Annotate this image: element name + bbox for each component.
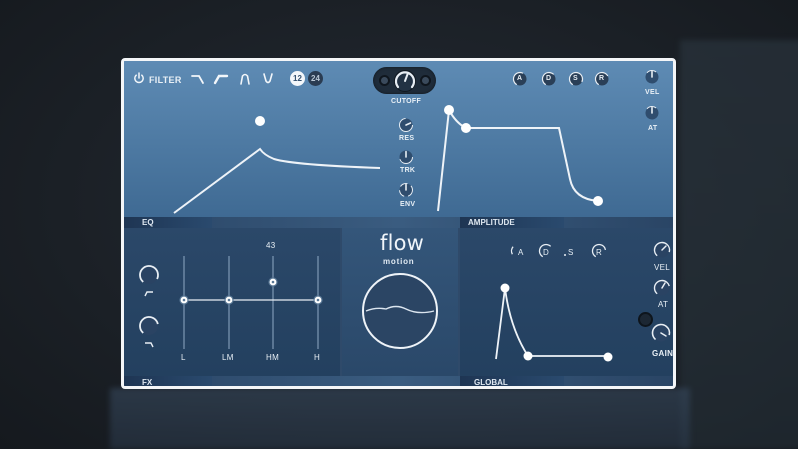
- amp-at-knob[interactable]: [644, 105, 660, 121]
- synth-plugin-window: FILTER 12 24 CUTOFF RES TRK ENV A D S R …: [121, 58, 676, 389]
- eq-graph[interactable]: [168, 251, 338, 361]
- tab-global[interactable]: GLOBAL: [460, 376, 564, 386]
- eq-band-lm-label: LM: [222, 353, 234, 362]
- eq-high-gain-indicator: [145, 342, 154, 348]
- global-gain-label: GAIN: [652, 349, 674, 358]
- eq-band-l-label: L: [181, 353, 186, 362]
- eq-band-hm-label: HM: [266, 353, 280, 362]
- decay-node: [461, 123, 471, 133]
- eq-value-readout: 43: [266, 241, 276, 250]
- eq-band-h-label: H: [314, 353, 321, 362]
- amp-sustain-label: S: [573, 75, 578, 82]
- global-gain-knob[interactable]: [651, 323, 671, 343]
- filter-response-curve[interactable]: [124, 61, 384, 217]
- global-envelope-curve[interactable]: [460, 228, 640, 376]
- trk-knob[interactable]: [398, 149, 414, 165]
- eq-low-gain-indicator: [144, 291, 153, 297]
- logo-flow: flow: [380, 231, 425, 255]
- amp-release-label: R: [599, 75, 605, 82]
- tab-amplitude[interactable]: AMPLITUDE: [460, 217, 564, 228]
- amp-vel-label: VEL: [645, 89, 660, 96]
- amp-decay-label: D: [546, 75, 552, 82]
- release-node: [593, 196, 603, 206]
- res-label: RES: [399, 135, 415, 142]
- attack-node: [444, 105, 454, 115]
- cutoff-knob[interactable]: [393, 69, 417, 93]
- eq-low-gain-knob[interactable]: [138, 264, 160, 286]
- res-knob[interactable]: [398, 117, 414, 133]
- macro-motion-display[interactable]: [360, 271, 440, 351]
- background-panel-right: [680, 40, 798, 449]
- env-knob[interactable]: [398, 182, 414, 198]
- trk-label: TRK: [400, 167, 416, 174]
- tab-eq[interactable]: EQ: [124, 217, 212, 228]
- amp-vel-knob[interactable]: [644, 69, 660, 85]
- global-vel-knob[interactable]: [653, 241, 671, 259]
- logo-motion: motion: [383, 257, 415, 266]
- env-label: ENV: [400, 201, 416, 208]
- amp-at-label: AT: [648, 125, 658, 132]
- eq-high-gain-knob[interactable]: [138, 315, 160, 337]
- global-vel-label: VEL: [654, 263, 671, 272]
- tab-fx[interactable]: FX: [124, 376, 212, 386]
- background-panel-bottom: [110, 388, 690, 449]
- cutoff-label: CUTOFF: [391, 98, 422, 105]
- global-at-label: AT: [658, 300, 669, 309]
- global-at-knob[interactable]: [653, 279, 671, 297]
- filter-section: FILTER 12 24 CUTOFF RES TRK ENV A D S R …: [124, 61, 673, 217]
- amp-attack-label: A: [517, 75, 523, 82]
